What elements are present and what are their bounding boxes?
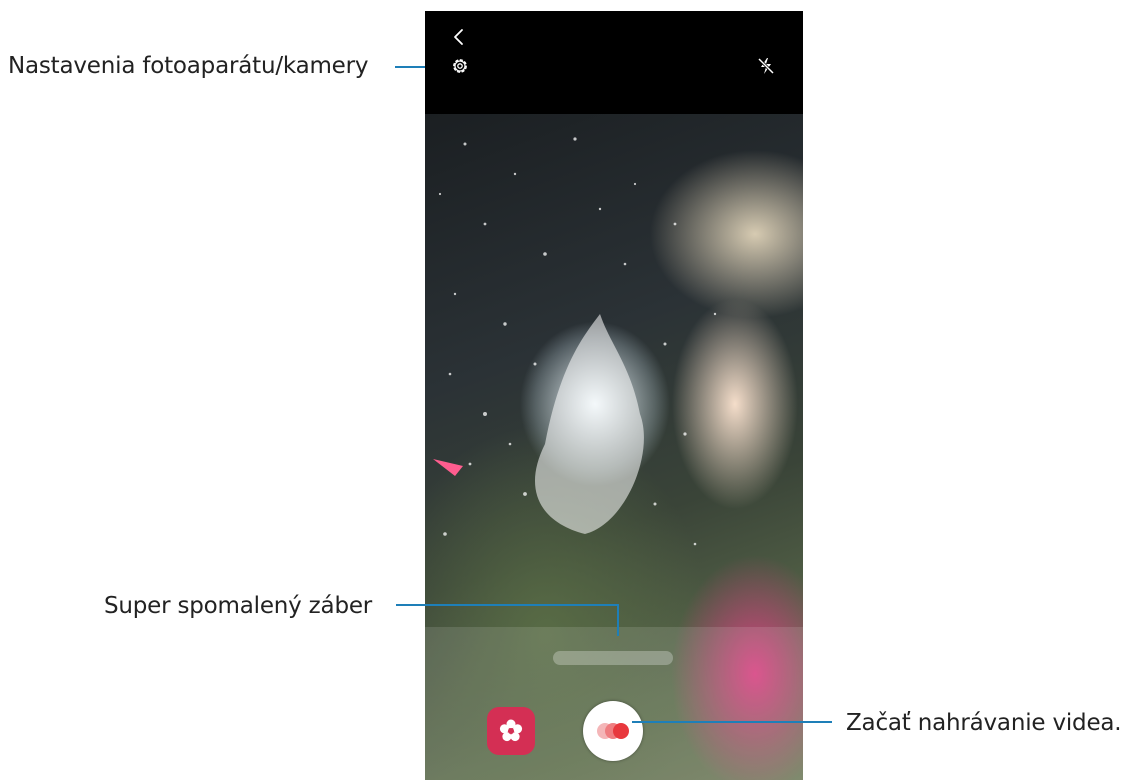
gallery-button[interactable]	[487, 707, 535, 755]
record-icon	[597, 723, 629, 739]
gear-icon	[453, 59, 467, 73]
camera-settings-button[interactable]	[447, 53, 473, 79]
flash-button[interactable]	[753, 53, 779, 79]
callout-start-recording: Začať nahrávanie videa.	[846, 710, 1122, 736]
back-button[interactable]	[447, 25, 471, 49]
super-slow-mo-mode-indicator[interactable]	[553, 651, 673, 665]
chevron-left-icon	[454, 29, 463, 45]
flash-off-icon	[757, 57, 775, 75]
flower-icon	[499, 719, 523, 742]
leader-super-slow-mo-v	[617, 604, 619, 636]
leader-super-slow-mo-h2	[425, 604, 618, 606]
phone-screen	[425, 11, 803, 780]
callout-super-slow-mo: Super spomalený záber	[104, 593, 373, 619]
callout-camera-settings: Nastavenia fotoaparátu/kamery	[8, 53, 369, 79]
camera-top-bar	[425, 11, 803, 114]
leader-start-recording-inner	[632, 721, 832, 723]
record-button[interactable]	[583, 701, 643, 761]
camera-viewfinder[interactable]	[425, 114, 803, 780]
